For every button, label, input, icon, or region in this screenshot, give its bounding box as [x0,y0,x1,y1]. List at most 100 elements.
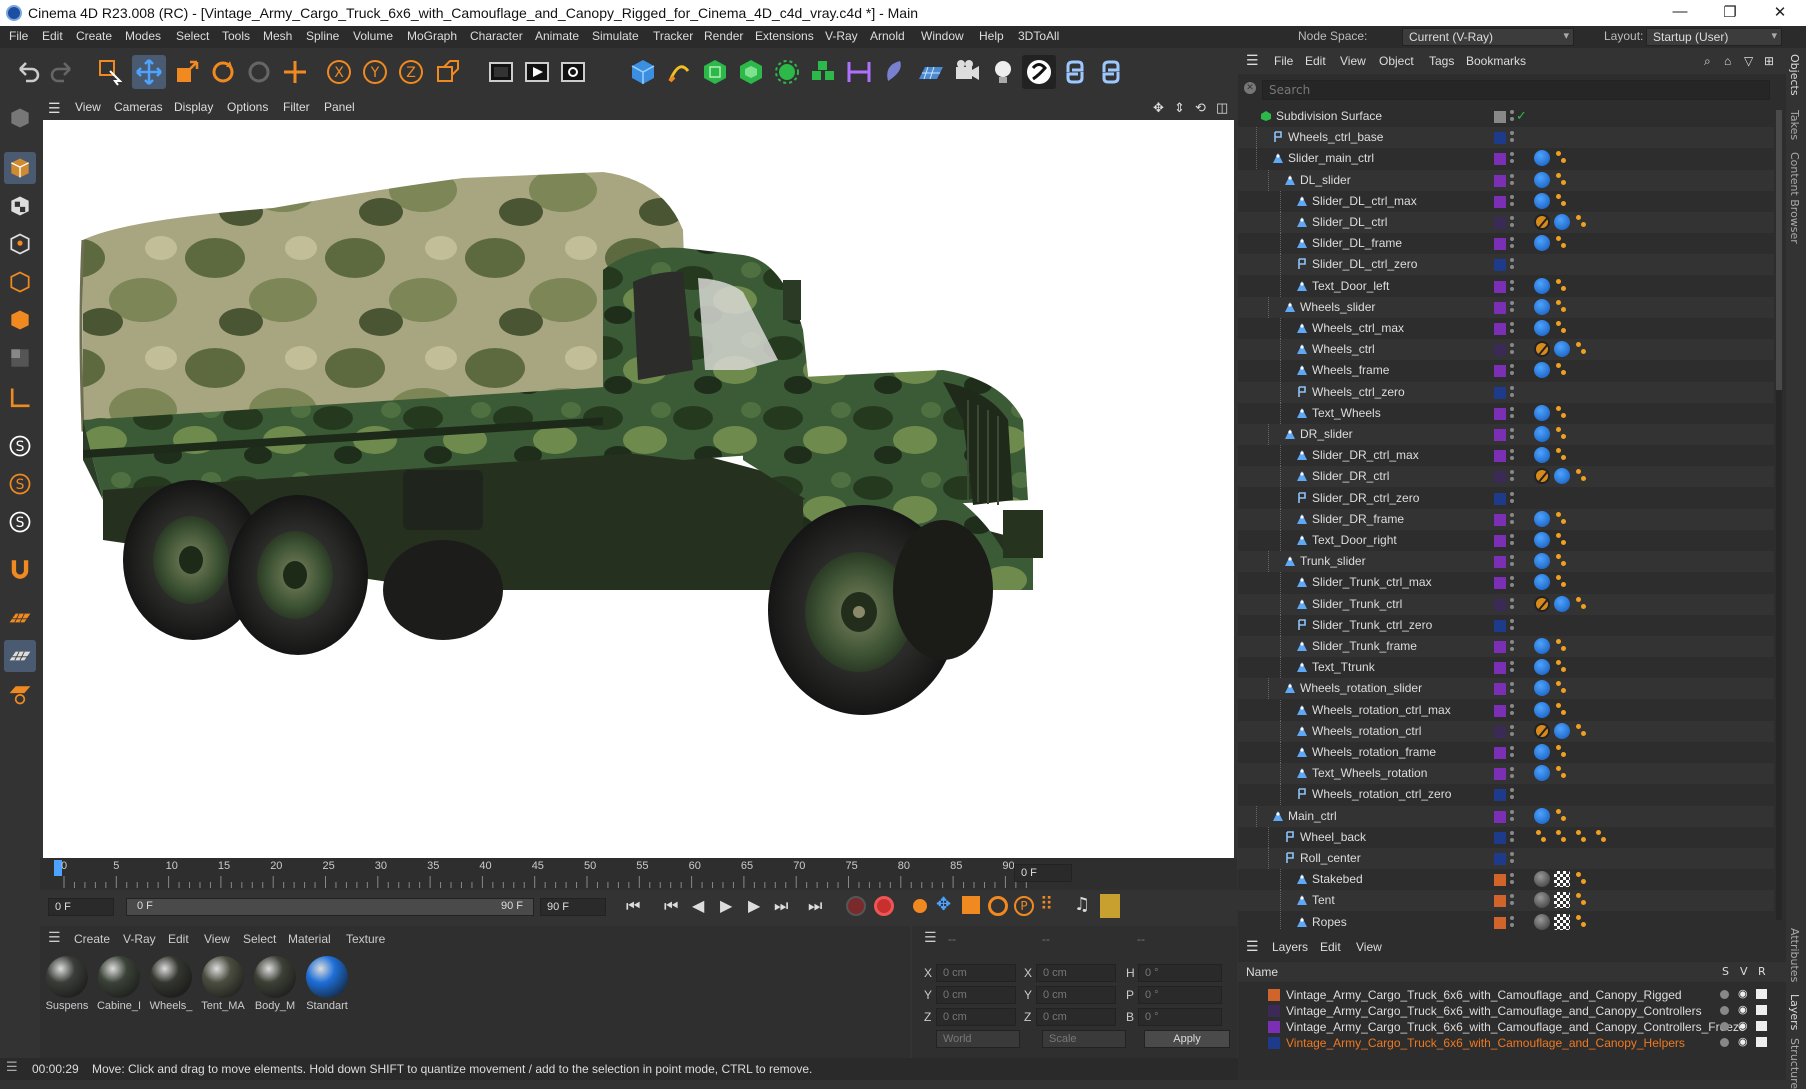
coordinate-system-icon[interactable] [430,55,464,89]
position-x-field[interactable]: 0 cm [936,964,1016,982]
object-name[interactable]: Ropes [1312,915,1347,929]
layer-color-swatch[interactable] [1494,323,1506,335]
object-name[interactable]: Trunk_slider [1300,554,1366,568]
ik-tag-icon[interactable] [1554,299,1568,314]
object-name[interactable]: DR_slider [1300,427,1353,441]
layer-color-swatch[interactable] [1494,344,1506,357]
layer-color-swatch[interactable] [1494,238,1506,251]
cube-object-icon[interactable] [626,55,660,89]
size-z-field[interactable]: 0 cm [1036,1008,1116,1026]
object-search-icon[interactable]: ⌕ [1704,54,1711,69]
visibility-dots[interactable] [1510,215,1514,229]
material-swatch[interactable]: Tent_MA [200,956,246,1018]
texture-tag-icon[interactable] [1554,892,1570,909]
viewport-menu-panel[interactable]: Panel [324,100,355,114]
layer-color-swatch[interactable] [1268,1021,1280,1033]
timeline-window-icon[interactable] [1100,894,1120,918]
object-name[interactable]: Wheels_slider [1300,300,1375,314]
object-row[interactable]: Wheels_frame [1238,360,1774,382]
display-tag-icon[interactable] [1534,362,1550,379]
visibility-dots[interactable] [1510,724,1514,738]
layer-color-swatch[interactable] [1494,895,1506,908]
layer-render-icon[interactable] [1756,1021,1767,1031]
display-tag-icon[interactable] [1534,320,1550,336]
menu-window[interactable]: Window [921,29,964,43]
object-menu-tags[interactable]: Tags [1429,54,1454,68]
layer-color-swatch[interactable] [1268,989,1280,1001]
layer-color-swatch[interactable] [1494,874,1506,887]
object-row[interactable]: Slider_DL_frame [1238,233,1774,255]
viewport-menu-cameras[interactable]: Cameras [114,100,163,114]
object-row[interactable]: Slider_DL_ctrl_zero [1238,254,1774,276]
status-hamburger-icon[interactable]: ☰ [6,1060,18,1075]
menu-select[interactable]: Select [176,29,209,43]
layer-color-swatch[interactable] [1494,195,1506,208]
object-new-window-icon[interactable]: ⊞ [1764,54,1774,68]
ik-tag-icon[interactable] [1574,872,1588,886]
render-view-icon[interactable] [520,55,554,89]
visibility-dots[interactable] [1510,448,1514,462]
layer-color-swatch[interactable] [1494,386,1506,399]
visibility-dots[interactable] [1510,618,1514,632]
material-swatch[interactable]: Standart [304,956,350,1018]
layer-color-swatch[interactable] [1494,280,1506,293]
viewport-menu-display[interactable]: Display [174,100,213,114]
object-row[interactable]: Wheels_rotation_ctrl [1238,720,1774,742]
display-tag-icon[interactable] [1534,574,1550,591]
object-row[interactable]: Subdivision Surface ✓ [1238,106,1774,127]
visibility-dots[interactable] [1510,872,1514,886]
edge-mode-icon[interactable] [4,266,36,298]
object-hamburger-icon[interactable]: ☰ [1246,52,1259,69]
ik-tag-icon[interactable] [1594,829,1608,844]
ik-tag-icon[interactable] [1574,914,1588,929]
object-name[interactable]: DL_slider [1300,173,1351,187]
ik-tag-icon[interactable] [1554,766,1568,780]
object-name[interactable]: Slider_Trunk_ctrl_zero [1312,618,1432,632]
go-to-start-icon[interactable]: ⏮ [626,896,640,916]
preview-range-slider[interactable]: 0 F 90 F [126,898,534,916]
layer-color-swatch[interactable] [1494,641,1506,653]
object-row[interactable]: Slider_Trunk_ctrl_zero [1238,614,1774,636]
visibility-dots[interactable] [1510,597,1514,611]
layer-color-swatch[interactable] [1494,853,1506,865]
object-name[interactable]: Slider_DL_frame [1312,236,1402,250]
layer-color-swatch[interactable] [1494,301,1506,314]
visibility-dots[interactable] [1510,830,1514,844]
layer-solo-toggle[interactable] [1720,990,1729,999]
camera-icon[interactable] [950,55,984,89]
object-name[interactable]: Stakebed [1312,872,1363,886]
ik-tag-icon[interactable] [1574,829,1588,844]
material-menu-view[interactable]: View [204,932,230,946]
menu-spline[interactable]: Spline [306,29,339,43]
object-row[interactable]: Wheels_slider [1238,296,1774,318]
material-tag-icon[interactable] [1534,892,1550,909]
object-row[interactable]: Wheels_rotation_slider [1238,678,1774,700]
object-name[interactable]: Text_Wheels [1312,406,1381,420]
next-key-icon[interactable]: ⏭ [774,896,788,916]
layer-color-swatch[interactable] [1494,725,1506,738]
object-name[interactable]: Slider_DR_frame [1312,512,1404,526]
object-name[interactable]: Wheels_ctrl_base [1288,130,1383,144]
timeline-ruler[interactable]: 0 5 10 15 20 25 30 35 40 45 50 55 60 65 70 75 80 85 90 0 F [40,858,1237,890]
layer-color-swatch[interactable] [1494,704,1506,717]
record-active-icon[interactable] [846,896,866,916]
place-tool-icon[interactable] [278,55,312,89]
visibility-dots[interactable] [1510,130,1514,144]
tab-objects[interactable]: Objects [1788,54,1801,96]
layer-color-swatch[interactable] [1494,365,1506,378]
position-y-field[interactable]: 0 cm [936,986,1016,1004]
object-menu-bookmarks[interactable]: Bookmarks [1466,54,1526,68]
ik-tag-icon[interactable] [1574,893,1588,907]
viewport-menu-options[interactable]: Options [227,100,268,114]
visibility-dots[interactable] [1510,321,1514,335]
object-name[interactable]: Slider_DL_ctrl_max [1312,194,1417,208]
layer-color-swatch[interactable] [1494,111,1506,123]
object-name[interactable]: Wheel_back [1300,830,1366,844]
object-name[interactable]: Text_Wheels_rotation [1312,766,1427,780]
go-to-end-icon[interactable]: ⏭ [808,896,822,916]
workplane-icon[interactable] [4,602,36,634]
object-home-icon[interactable]: ⌂ [1724,54,1731,68]
display-tag-icon[interactable] [1534,638,1550,654]
object-row[interactable]: DL_slider [1238,169,1774,191]
ik-tag-icon[interactable] [1554,660,1568,674]
